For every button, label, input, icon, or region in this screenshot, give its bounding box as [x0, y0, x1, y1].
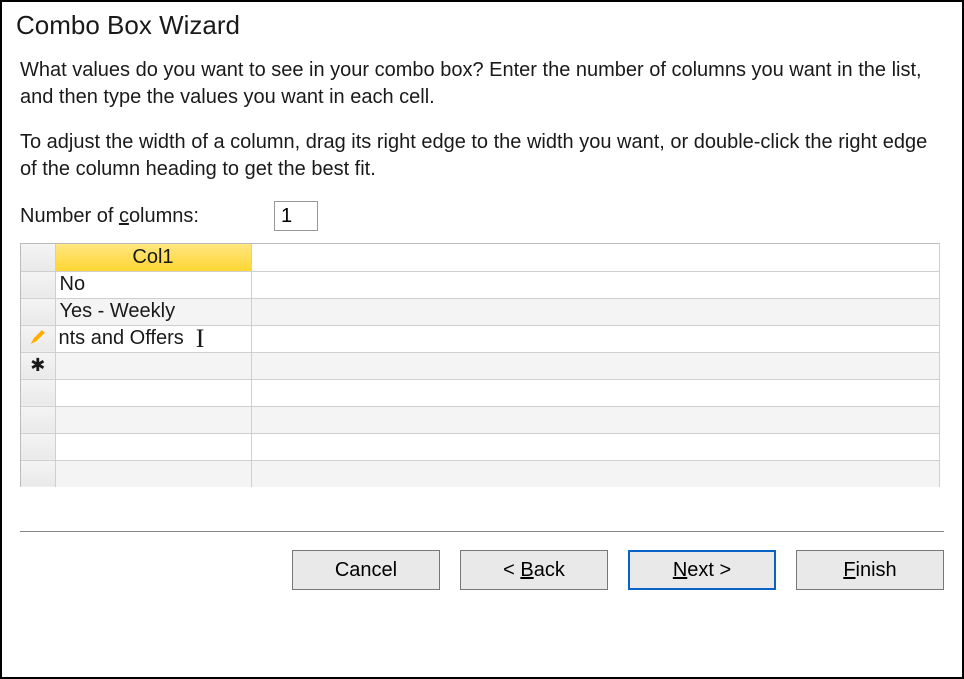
- row-selector[interactable]: [21, 298, 55, 325]
- grid-filler: [251, 271, 940, 298]
- grid-cell[interactable]: [55, 406, 251, 433]
- grid-cell-editing[interactable]: nts and Offers I: [55, 325, 251, 352]
- instruction-2: To adjust the width of a column, drag it…: [20, 129, 944, 183]
- back-button[interactable]: < Back: [460, 550, 608, 590]
- finish-accel: F: [843, 559, 855, 581]
- row-selector[interactable]: [21, 406, 55, 433]
- row-selector[interactable]: [21, 460, 55, 487]
- grid-filler: [251, 460, 940, 487]
- back-accel: B: [520, 559, 533, 581]
- grid-cell[interactable]: No: [55, 271, 251, 298]
- back-rest: ack: [534, 559, 565, 581]
- num-columns-label-accel: c: [119, 205, 129, 227]
- finish-rest: inish: [856, 559, 897, 581]
- next-accel: N: [673, 559, 687, 581]
- num-columns-input[interactable]: [274, 201, 318, 231]
- instruction-1: What values do you want to see in your c…: [20, 57, 944, 111]
- grid-cell[interactable]: [55, 352, 251, 379]
- grid-filler: [251, 325, 940, 352]
- next-rest: ext >: [687, 559, 731, 581]
- grid-filler: [251, 352, 940, 379]
- row-selector[interactable]: [21, 379, 55, 406]
- row-selector-editing[interactable]: [21, 325, 55, 352]
- grid-cell[interactable]: Yes - Weekly: [55, 298, 251, 325]
- num-columns-label-post: olumns:: [129, 205, 199, 227]
- grid-filler: [251, 433, 940, 460]
- values-grid[interactable]: Col1 No Yes - Weekly n: [20, 243, 940, 487]
- grid-filler: [251, 298, 940, 325]
- next-button[interactable]: Next >: [628, 550, 776, 590]
- grid-cell[interactable]: [55, 379, 251, 406]
- row-selector[interactable]: [21, 271, 55, 298]
- row-selector[interactable]: [21, 433, 55, 460]
- grid-corner[interactable]: [21, 244, 55, 271]
- button-row: Cancel < Back Next > Finish: [2, 532, 962, 590]
- grid-filler: [251, 406, 940, 433]
- grid-filler: [251, 244, 940, 271]
- grid-cell[interactable]: [55, 433, 251, 460]
- window-title: Combo Box Wizard: [2, 2, 962, 47]
- grid-cell[interactable]: [55, 460, 251, 487]
- back-prefix: <: [503, 559, 520, 581]
- grid-filler: [251, 379, 940, 406]
- num-columns-row: Number of columns:: [20, 201, 944, 231]
- num-columns-label: Number of columns:: [20, 205, 199, 228]
- cell-editor-text: nts and Offers: [59, 327, 184, 350]
- column-header[interactable]: Col1: [55, 244, 251, 271]
- cell-editor[interactable]: nts and Offers I: [55, 325, 251, 352]
- row-selector-new[interactable]: ✱: [21, 352, 55, 379]
- wizard-content: What values do you want to see in your c…: [2, 47, 962, 487]
- new-row-icon: ✱: [30, 355, 45, 375]
- cancel-button[interactable]: Cancel: [292, 550, 440, 590]
- finish-button[interactable]: Finish: [796, 550, 944, 590]
- num-columns-label-pre: Number of: [20, 205, 119, 227]
- wizard-window: Combo Box Wizard What values do you want…: [0, 0, 964, 679]
- text-caret-icon: I: [196, 326, 205, 352]
- pencil-icon: [31, 330, 45, 344]
